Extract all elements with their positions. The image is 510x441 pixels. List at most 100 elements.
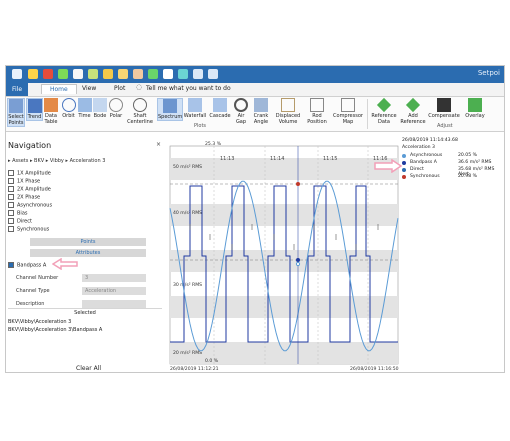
open-icon[interactable] bbox=[43, 69, 53, 79]
tool-icon[interactable] bbox=[88, 69, 98, 79]
waterfall-button[interactable]: Waterfall bbox=[183, 98, 207, 119]
app-window: Setpoi File Home View Plot ◌ Tell me wha… bbox=[5, 65, 505, 373]
tool-icon[interactable] bbox=[208, 69, 218, 79]
option-item[interactable]: Direct bbox=[8, 218, 32, 225]
tool-icon[interactable] bbox=[118, 69, 128, 79]
clear-all-button[interactable]: Clear All bbox=[76, 365, 101, 372]
attributes-section-header[interactable]: Attributes bbox=[30, 249, 146, 257]
tool-icon[interactable] bbox=[178, 69, 188, 79]
option-item[interactable]: Synchronous bbox=[8, 226, 49, 233]
tab-plot[interactable]: Plot bbox=[114, 85, 125, 92]
cascade-icon bbox=[213, 98, 227, 112]
trend-button[interactable]: Trend bbox=[26, 98, 43, 121]
bode-icon bbox=[93, 98, 107, 112]
option-item[interactable]: 1X Amplitude bbox=[8, 170, 51, 177]
marker-synchronous bbox=[296, 182, 300, 186]
tool-icon[interactable] bbox=[133, 69, 143, 79]
compensate-button[interactable]: Compensate bbox=[428, 98, 460, 119]
option-item[interactable]: 1X Phase bbox=[8, 178, 40, 185]
time-button[interactable]: Time bbox=[78, 98, 92, 119]
adjust-group-label: Adjust bbox=[437, 123, 453, 129]
y-axis-label: 20 m/s² RMS bbox=[173, 350, 202, 356]
cascade-button[interactable]: Cascade bbox=[208, 98, 232, 119]
quick-access-toolbar: Setpoi bbox=[6, 66, 504, 83]
trend-icon bbox=[27, 99, 42, 113]
grid-band bbox=[170, 204, 398, 226]
ribbon-tabs: File Home View Plot ◌ Tell me what you w… bbox=[6, 83, 504, 97]
x-tick-label: 11:15 bbox=[323, 156, 337, 162]
channel-type-label: Channel Type bbox=[16, 288, 50, 294]
checked-checkbox[interactable] bbox=[8, 262, 14, 268]
description-field[interactable] bbox=[82, 300, 146, 308]
channel-number-label: Channel Number bbox=[16, 275, 59, 281]
polar-button[interactable]: Polar bbox=[109, 98, 123, 119]
highlight-arrow-icon bbox=[52, 258, 78, 270]
tool-icon[interactable] bbox=[73, 69, 83, 79]
checkbox[interactable] bbox=[8, 186, 14, 192]
tool-icon[interactable] bbox=[193, 69, 203, 79]
add-reference-button[interactable]: Add Reference bbox=[400, 97, 426, 125]
channel-type-field[interactable]: Acceleration bbox=[82, 287, 146, 295]
checkbox[interactable] bbox=[8, 194, 14, 200]
lightbulb-icon: ◌ bbox=[136, 83, 143, 91]
select-points-icon bbox=[9, 99, 23, 113]
spectrum-button[interactable]: Spectrum bbox=[157, 98, 183, 121]
bode-button[interactable]: Bode bbox=[93, 98, 107, 119]
trend-plot-svg[interactable]: 11:13 11:14 11:15 11:1650 m/s² RMS40 m/s² R… bbox=[168, 138, 400, 373]
option-item[interactable]: Bias bbox=[8, 210, 28, 217]
points-section-header[interactable]: Points bbox=[30, 238, 146, 246]
selected-header: Selected bbox=[8, 308, 162, 316]
top-scale-value: 25.3 % bbox=[205, 141, 222, 147]
checkbox[interactable] bbox=[8, 218, 14, 224]
save-icon[interactable] bbox=[28, 69, 38, 79]
tell-me-search[interactable]: Tell me what you want to do bbox=[146, 85, 231, 92]
overlay-icon bbox=[468, 98, 482, 112]
rod-position-icon bbox=[310, 98, 324, 112]
checkbox[interactable] bbox=[8, 170, 14, 176]
checkbox[interactable] bbox=[8, 210, 14, 216]
rod-position-button[interactable]: Rod Position bbox=[304, 98, 330, 125]
shaft-centerline-icon bbox=[133, 98, 147, 112]
tab-view[interactable]: View bbox=[82, 85, 96, 92]
tab-file[interactable]: File bbox=[6, 83, 28, 96]
app-logo-icon bbox=[12, 69, 22, 79]
selected-path[interactable]: BKV\Vibby\Acceleration 3\Bandpass A bbox=[8, 327, 102, 333]
compressor-map-button[interactable]: Compressor Map bbox=[332, 98, 364, 125]
trend-plot[interactable]: 11:13 11:14 11:15 11:16 50 m/s² RMS 40 m/s² R… bbox=[168, 138, 400, 373]
grid-band bbox=[170, 296, 398, 318]
overlay-button[interactable]: Overlay bbox=[462, 98, 488, 119]
checked-item-bandpass[interactable]: Bandpass A bbox=[8, 262, 46, 269]
selected-path[interactable]: BKV\Vibby\Acceleration 3 bbox=[8, 319, 71, 325]
air-gap-button[interactable]: Air Gap bbox=[234, 98, 248, 125]
checkbox[interactable] bbox=[8, 202, 14, 208]
select-points-button[interactable]: Select Points bbox=[7, 98, 25, 127]
tab-home[interactable]: Home bbox=[41, 84, 77, 94]
shaft-centerline-button[interactable]: Shaft Centerline bbox=[126, 98, 154, 125]
tool-icon[interactable] bbox=[163, 69, 173, 79]
highlight-arrow-icon bbox=[374, 159, 402, 173]
marker-bandpass bbox=[296, 258, 300, 262]
breadcrumb[interactable]: ▸ Assets ▸ BKV ▸ Vibby ▸ Acceleration 3 bbox=[8, 158, 105, 164]
refresh-icon[interactable] bbox=[58, 69, 68, 79]
displaced-volume-button[interactable]: Displaced Volume bbox=[274, 98, 302, 125]
crank-angle-button[interactable]: Crank Angle bbox=[250, 98, 272, 125]
option-item[interactable]: 2X Amplitude bbox=[8, 186, 51, 193]
spectrum-icon bbox=[163, 99, 177, 113]
option-item[interactable]: 2X Phase bbox=[8, 194, 40, 201]
displaced-volume-icon bbox=[281, 98, 295, 112]
orbit-button[interactable]: Orbit bbox=[61, 98, 76, 119]
reference-data-button[interactable]: Reference Data bbox=[370, 97, 398, 125]
description-label: Description bbox=[16, 301, 45, 307]
data-table-button[interactable]: Data Table bbox=[43, 98, 59, 125]
tool-icon[interactable] bbox=[103, 69, 113, 79]
bottom-scale-value: 0.0 % bbox=[205, 358, 219, 364]
tool-icon[interactable] bbox=[148, 69, 158, 79]
close-icon[interactable]: × bbox=[156, 141, 161, 148]
option-item[interactable]: Asynchronous bbox=[8, 202, 52, 209]
channel-number-field[interactable]: 3 bbox=[82, 274, 146, 282]
checkbox[interactable] bbox=[8, 226, 14, 232]
y-axis-label: 40 m/s² RMS bbox=[173, 210, 202, 216]
orbit-icon bbox=[61, 98, 76, 112]
checkbox[interactable] bbox=[8, 178, 14, 184]
compressor-map-icon bbox=[341, 98, 355, 112]
